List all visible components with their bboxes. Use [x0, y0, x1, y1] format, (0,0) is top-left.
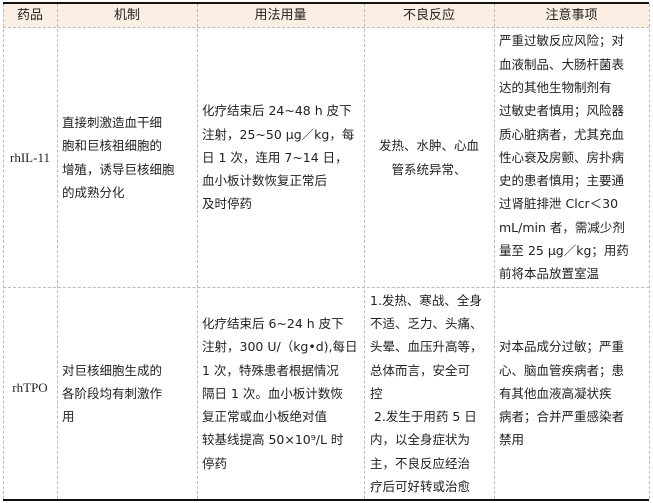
cell-text-line: 停药 — [202, 455, 228, 471]
cell-text-line: 化疗结束后 24~48 h 皮下 — [202, 103, 352, 119]
cell-text-line: 过敏史者慎用；风险器 — [499, 103, 625, 119]
table-bottom-rule — [3, 499, 649, 501]
cell-text-line: mL/min 者，需减少剂 — [499, 219, 625, 235]
cell-text-line: 史的患者慎用；主要通 — [499, 173, 625, 189]
cell-text-line: 达的其他生物制剂有 — [499, 79, 612, 95]
cell-text-line: 对本品成分过敏；严重 — [499, 339, 625, 355]
cell-text-line: 内，以全身症状为 — [370, 432, 471, 448]
cell-text-line: 1 次，特殊患者根据情况 — [202, 362, 339, 378]
cell-text-line: 性心衰及房颤、房扑病 — [499, 149, 625, 165]
table-row-rhil11-drug: rhIL-11 — [10, 149, 50, 165]
table-row-rhtpo-drug: rhTPO — [12, 380, 48, 395]
table-row-rhil11-adverse: 发热、水肿、心血 管系统异常、 — [364, 28, 494, 287]
cell-text-line: 日 1 次，连用 7~14 日， — [202, 149, 348, 165]
cell-text-line: 头晕、血压升高等， — [370, 339, 483, 355]
cell-text-line: 过肾脏排泄 Clcr＜30 — [499, 196, 619, 212]
cell-text-line: 前将本品放置室温 — [499, 266, 600, 282]
drug-comparison-table: 药品 机制 用法用量 不良反应 注意事项 rhIL-11 直接刺激造血干细 胞和巨… — [0, 0, 651, 503]
cell-text-line: 复正常或血小板绝对值 — [202, 409, 328, 425]
cell-text-line: 有其他血液高凝状疾 — [499, 385, 612, 401]
cell-text-line: 各阶段均有刺激作 — [62, 385, 163, 401]
cell-text-line: 胞和巨核祖细胞的 — [62, 138, 163, 154]
cell-text-line: 总体而言，安全可 — [370, 362, 471, 378]
cell-text-line: 较基线提高 50×10⁹/L 时 — [202, 432, 344, 448]
table-row-rhil11-dosage: 化疗结束后 24~48 h 皮下 注射，25~50 μg／kg，每日 1 次，连用… — [197, 28, 364, 287]
cell-text-line: 化疗结束后 6~24 h 皮下 — [202, 315, 344, 331]
cell-text-line: 量至 25 μg／kg；用药 — [499, 243, 629, 259]
cell-text-line: 病者；合并严重感染者 — [499, 409, 625, 425]
cell-text-line: 对巨核细胞生成的 — [62, 362, 163, 378]
cell-text-line: 禁用 — [499, 432, 525, 448]
cell-text-line: 2.发生于用药 5 日 — [370, 409, 477, 425]
header-mechanism: 机制 — [113, 8, 140, 23]
cell-text-line: 隔日 1 次。血小板计数恢 — [202, 385, 343, 401]
cell-text-line: 1.发热、寒战、全身 — [370, 292, 482, 308]
header-dosage: 用法用量 — [254, 8, 307, 23]
cell-text-line: 血小板计数恢复正常后 — [202, 173, 328, 189]
table-row-rhtpo-precautions: 对本品成分过敏；严重 心、脑血管疾病者；患 有其他血液高凝状疾 病者；合并严重感染者禁… — [494, 288, 649, 499]
cell-text-line: 不适、乏力、头痛、 — [370, 315, 483, 331]
table-row-rhtpo-mechanism: 对巨核细胞生成的 各阶段均有刺激作用 — [57, 288, 197, 499]
cell-text-line: 注射，25~50 μg／kg，每 — [202, 126, 355, 142]
table-row-rhtpo-adverse: 1.发热、寒战、全身 不适、乏力、头痛、 头晕、血压升高等， 总体而言，安全可控 2.… — [364, 288, 494, 499]
column-divider — [649, 4, 650, 499]
header-precautions: 注意事项 — [545, 8, 598, 23]
cell-text-line: 增殖，诱导巨核细胞 — [62, 161, 175, 177]
header-adverse-reactions: 不良反应 — [402, 8, 455, 23]
cell-text-line: 控 — [370, 385, 383, 401]
cell-text-line: 用 — [62, 409, 75, 425]
header-drug: 药品 — [16, 8, 43, 23]
table-row-rhil11-mechanism: 直接刺激造血干细 胞和巨核祖细胞的 增殖，诱导巨核细胞 的成熟分化 — [57, 28, 197, 287]
cell-text-line: 的成熟分化 — [62, 184, 125, 200]
cell-text-line: 注射，300 U/（kg•d),每日 — [202, 339, 358, 355]
cell-text-line: 发热、水肿、心血 — [378, 138, 479, 154]
cell-text-line: 直接刺激造血干细 — [62, 114, 163, 130]
cell-text-line: 血液制品、大肠杆菌表 — [499, 56, 625, 72]
table-row-rhil11-precautions: 严重过敏反应风险；对 血液制品、大肠杆菌表 达的其他生物制剂有 过敏史者慎用；风险器质… — [494, 28, 649, 287]
cell-text-line: 主，不良反应经治 — [370, 455, 471, 471]
cell-text-line: 严重过敏反应风险；对 — [499, 33, 625, 49]
cell-text-line: 心、脑血管疾病者；患 — [499, 362, 625, 378]
cell-text-line: 及时停药 — [202, 196, 253, 212]
cell-text-line: 管系统异常、 — [391, 161, 467, 177]
cell-text-line: 质心脏病者，尤其充血 — [499, 126, 625, 142]
cell-text-line: 疗后可好转或治愈 — [370, 479, 471, 495]
table-row-rhtpo-dosage: 化疗结束后 6~24 h 皮下 注射，300 U/（kg•d),每日 1 次，特殊患… — [197, 288, 364, 499]
